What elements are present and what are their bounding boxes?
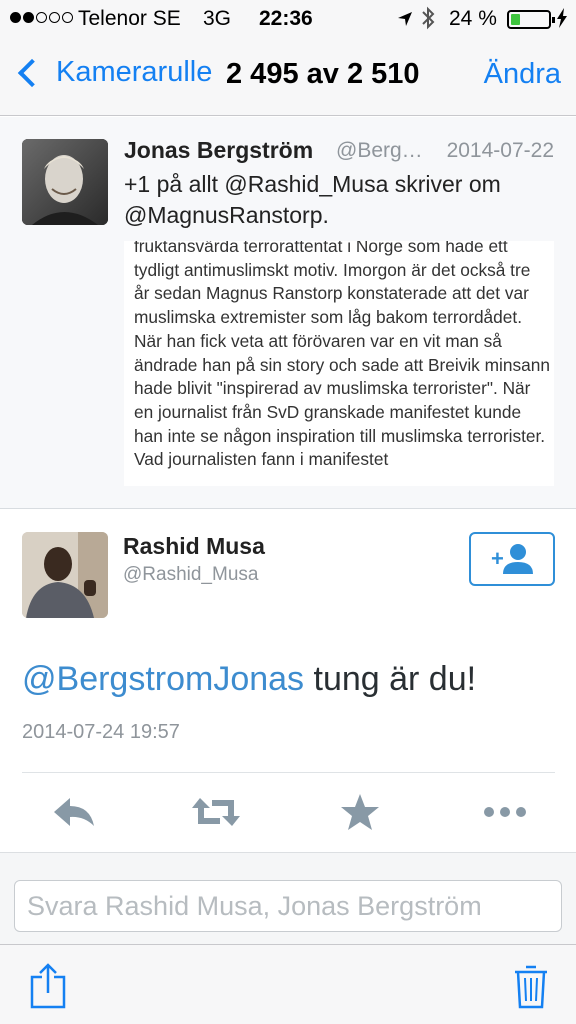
back-button[interactable]: Kamerarulle	[12, 56, 212, 89]
navigation-bar: Kamerarulle 2 495 av 2 510 Ändra	[0, 38, 576, 116]
battery-percentage: 24 %	[449, 7, 497, 30]
share-icon[interactable]	[28, 961, 68, 1011]
quoted-tweet-text: +1 på allt @Rashid_Musa skriver om @Magn…	[124, 171, 501, 228]
reply-bar	[0, 852, 576, 944]
svg-text:+: +	[491, 546, 504, 571]
network-type: 3G	[203, 7, 232, 30]
author-name[interactable]: Rashid Musa	[123, 533, 265, 560]
quoted-author-handle: @Berg…	[336, 139, 423, 162]
trash-icon[interactable]	[513, 961, 549, 1011]
tweet-text: @BergstromJonas tung är du!	[22, 660, 476, 699]
reply-input[interactable]	[14, 880, 562, 932]
bluetooth-icon	[421, 6, 435, 36]
location-arrow-icon	[397, 9, 413, 33]
avatar[interactable]	[22, 532, 108, 618]
tweet-timestamp: 2014-07-24 19:57	[22, 721, 180, 743]
add-user-icon: +	[491, 544, 533, 574]
tweet-body: tung är du!	[304, 660, 477, 698]
quoted-tweet-image[interactable]: fruktansvärda terrorattentat i Norge som…	[124, 241, 554, 486]
battery-icon	[507, 10, 555, 29]
status-time: 22:36	[259, 7, 313, 30]
tweet-actions	[0, 776, 576, 850]
retweet-icon[interactable]	[190, 790, 240, 834]
carrier-name: Telenor SE	[78, 7, 181, 30]
mention-link[interactable]: @BergstromJonas	[22, 660, 304, 698]
quoted-tweet[interactable]: Jonas Bergström @Berg… 2014-07-22 +1 på …	[0, 117, 576, 509]
more-options-icon[interactable]	[480, 790, 530, 834]
edit-button[interactable]: Ändra	[484, 58, 561, 91]
divider	[22, 772, 555, 773]
reply-icon[interactable]	[50, 790, 100, 834]
follow-button[interactable]: +	[469, 532, 555, 586]
favorite-star-icon[interactable]	[336, 790, 386, 834]
quoted-image-text: fruktansvärda terrorattentat i Norge som…	[134, 241, 550, 470]
avatar[interactable]	[22, 139, 108, 225]
quoted-author-name[interactable]: Jonas Bergström	[124, 137, 313, 164]
author-handle: @Rashid_Musa	[123, 564, 259, 585]
page-title: 2 495 av 2 510	[226, 58, 420, 90]
chevron-left-icon	[17, 58, 47, 87]
bottom-toolbar	[0, 944, 576, 1024]
charging-bolt-icon	[556, 8, 568, 33]
status-bar: Telenor SE 3G 22:36 24 %	[0, 0, 576, 38]
quoted-tweet-date: 2014-07-22	[446, 139, 554, 162]
back-button-label: Kamerarulle	[56, 56, 213, 88]
signal-strength-icon	[10, 12, 73, 23]
